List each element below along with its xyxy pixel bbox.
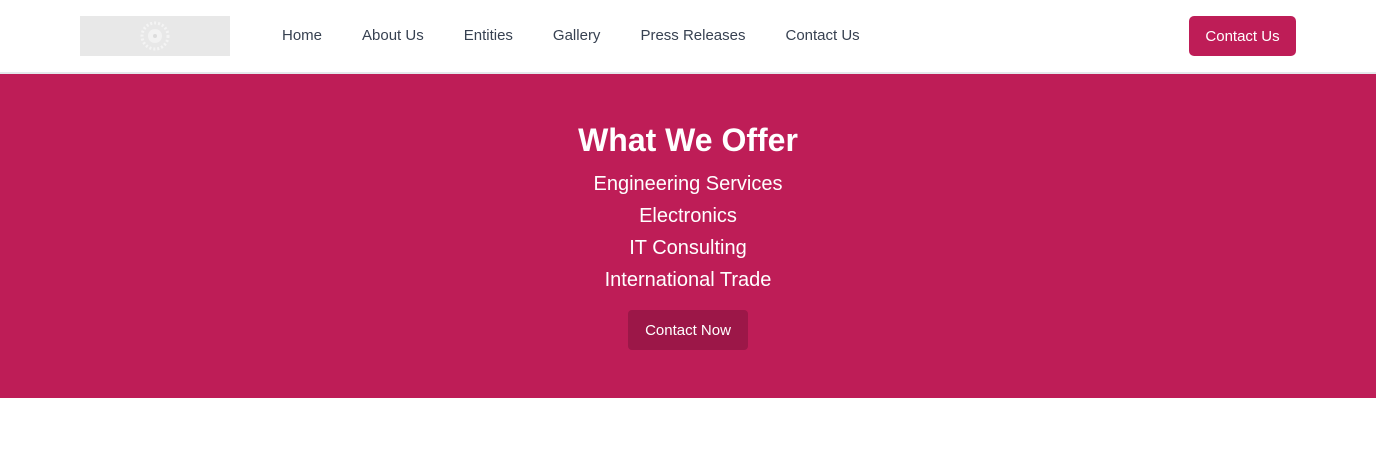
service-item: Engineering Services: [593, 173, 783, 195]
nav-item-about-us[interactable]: About Us: [342, 0, 444, 72]
service-item: International Trade: [604, 269, 772, 291]
nav-item-gallery[interactable]: Gallery: [533, 0, 621, 72]
hero-title: What We Offer: [578, 122, 798, 158]
main-nav: Home About Us Entities Gallery Press Rel…: [262, 0, 880, 72]
nav-item-home[interactable]: Home: [262, 0, 342, 72]
service-item: IT Consulting: [629, 237, 747, 259]
logo-placeholder-icon: [140, 21, 170, 51]
nav-item-contact-us[interactable]: Contact Us: [765, 0, 879, 72]
contact-now-button[interactable]: Contact Now: [628, 310, 748, 350]
nav-item-entities[interactable]: Entities: [444, 0, 533, 72]
logo[interactable]: [80, 16, 230, 56]
header-contact-button[interactable]: Contact Us: [1189, 16, 1296, 56]
site-header: Home About Us Entities Gallery Press Rel…: [0, 0, 1376, 74]
services-list: Engineering Services Electronics IT Cons…: [0, 168, 1376, 296]
hero-section: What We Offer Engineering Services Elect…: [0, 74, 1376, 398]
nav-item-press-releases[interactable]: Press Releases: [620, 0, 765, 72]
service-item: Electronics: [639, 205, 737, 227]
